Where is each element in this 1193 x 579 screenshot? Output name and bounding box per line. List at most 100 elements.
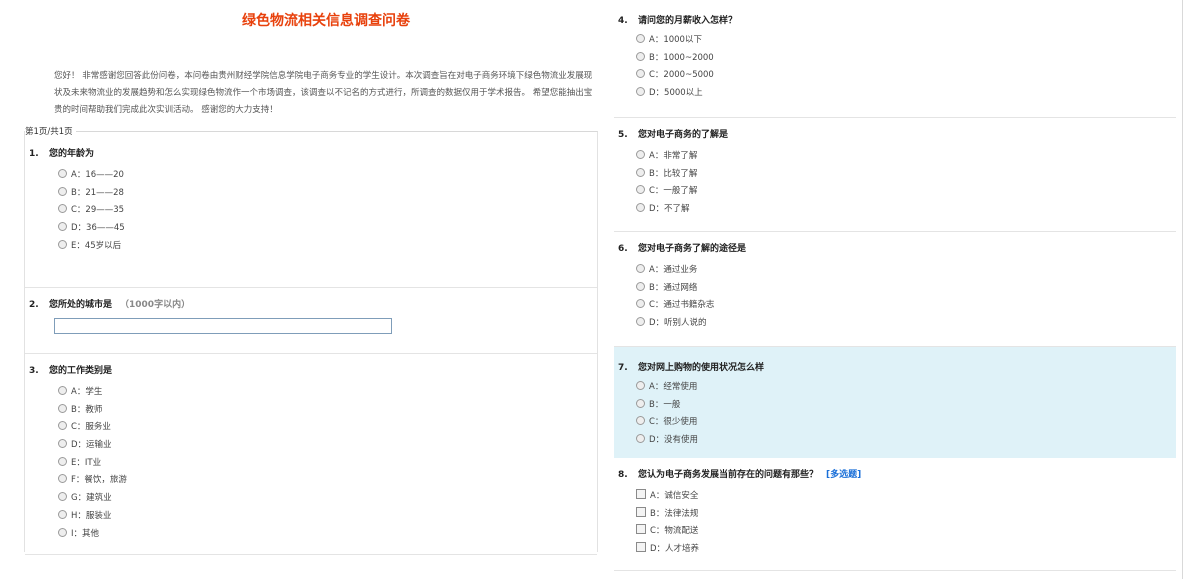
radio-button-icon[interactable] (58, 186, 67, 196)
option-label: D：运输业 (71, 440, 112, 451)
option-label: D：不了解 (649, 204, 690, 215)
checkbox-option[interactable]: B：法律法规 (636, 506, 1176, 524)
option-list: A：诚信安全 B：法律法规 C：物流配送 D：人才培养 (636, 488, 1176, 559)
option-list: A：非常了解 B：比较了解 C：一般了解 D：不了解 (636, 148, 1176, 219)
page-fieldset: 第1页/共1页 1. 您的年龄为 A：16——20 B：21——28 C：29——… (24, 125, 598, 555)
checkbox-option[interactable]: C：物流配送 (636, 523, 1176, 541)
left-column: 绿色物流相关信息调查问卷 您好！ 非常感谢您回答此份问卷，本问卷由贵州财经学院信… (24, 0, 598, 555)
radio-option[interactable]: B：一般 (636, 397, 1176, 415)
checkbox-icon[interactable] (636, 542, 646, 553)
radio-button-icon[interactable] (636, 299, 645, 309)
option-label: D：听别人说的 (649, 318, 707, 329)
radio-option[interactable]: D：5000以上 (636, 85, 1176, 103)
radio-button-icon[interactable] (636, 167, 645, 177)
radio-option[interactable]: A：非常了解 (636, 148, 1176, 166)
radio-option[interactable]: D：没有使用 (636, 432, 1176, 450)
option-label: G：建筑业 (71, 493, 112, 504)
question-number: 4. (618, 16, 628, 26)
checkbox-icon[interactable] (636, 489, 646, 499)
option-label: A：学生 (71, 387, 103, 397)
checkbox-icon[interactable] (636, 506, 646, 517)
radio-button-icon[interactable] (636, 34, 645, 43)
radio-option[interactable]: C：2000~5000 (636, 67, 1176, 85)
radio-button-icon[interactable] (636, 203, 645, 213)
radio-option[interactable]: B：教师 (58, 402, 597, 420)
radio-option[interactable]: F：餐饮，旅游 (58, 472, 597, 490)
checkbox-option[interactable]: D：人才培养 (636, 541, 1176, 559)
radio-button-icon[interactable] (58, 421, 67, 431)
radio-button-icon[interactable] (636, 150, 645, 159)
radio-button-icon[interactable] (636, 317, 645, 327)
option-list: A：学生 B：教师 C：服务业 D：运输业 E：IT业 F：餐饮，旅游 G：建筑… (58, 384, 597, 543)
radio-option[interactable]: D：36——45 (58, 220, 597, 238)
city-input[interactable] (54, 318, 392, 334)
radio-button-icon[interactable] (636, 51, 645, 61)
radio-option[interactable]: A：16——20 (58, 167, 597, 185)
radio-option[interactable]: C：29——35 (58, 202, 597, 220)
radio-option[interactable]: D：听别人说的 (636, 315, 1176, 333)
radio-option[interactable]: E：IT业 (58, 455, 597, 473)
radio-option[interactable]: I：其他 (58, 526, 597, 544)
radio-option[interactable]: C：一般了解 (636, 183, 1176, 201)
radio-button-icon[interactable] (636, 185, 645, 195)
radio-option[interactable]: H：服装业 (58, 508, 597, 526)
option-label: C：很少使用 (649, 417, 698, 428)
option-label: A：1000以下 (649, 35, 702, 45)
checkbox-option[interactable]: A：诚信安全 (636, 488, 1176, 506)
radio-button-icon[interactable] (58, 492, 67, 502)
radio-button-icon[interactable] (636, 434, 645, 444)
radio-option[interactable]: D：运输业 (58, 437, 597, 455)
question-6: 6. 您对电子商务了解的途径是 A：通过业务 B：通过网络 C：通过书籍杂志 D：… (614, 232, 1176, 347)
radio-button-icon[interactable] (58, 222, 67, 232)
radio-option[interactable]: C：很少使用 (636, 414, 1176, 432)
radio-button-icon[interactable] (58, 456, 67, 466)
radio-button-icon[interactable] (58, 509, 67, 519)
radio-option[interactable]: B：通过网络 (636, 280, 1176, 298)
radio-button-icon[interactable] (636, 69, 645, 79)
radio-button-icon[interactable] (58, 527, 67, 537)
question-3: 3. 您的工作类别是 A：学生 B：教师 C：服务业 D：运输业 E：IT业 F：… (25, 354, 597, 555)
option-label: B：一般 (649, 399, 681, 410)
radio-button-icon[interactable] (636, 264, 645, 273)
question-number: 3. (29, 366, 39, 376)
radio-button-icon[interactable] (58, 474, 67, 484)
option-label: B：21——28 (71, 187, 124, 198)
option-label: D：36——45 (71, 223, 125, 234)
radio-option[interactable]: D：不了解 (636, 201, 1176, 219)
radio-option[interactable]: A：经常使用 (636, 379, 1176, 397)
radio-option[interactable]: A：学生 (58, 384, 597, 402)
question-title: 8. 您认为电子商务发展当前存在的问题有那些？ [多选题] (618, 468, 1176, 482)
radio-button-icon[interactable] (58, 403, 67, 413)
radio-option[interactable]: A：通过业务 (636, 262, 1176, 280)
radio-button-icon[interactable] (58, 439, 67, 449)
option-label: I：其他 (71, 528, 100, 539)
right-column: 4. 请问您的月薪收入怎样？ A：1000以下 B：1000~2000 C：200… (614, 0, 1176, 571)
question-title: 7. 您对网上购物的使用状况怎么样 (618, 361, 1176, 375)
radio-option[interactable]: B：比较了解 (636, 166, 1176, 184)
radio-option[interactable]: G：建筑业 (58, 490, 597, 508)
radio-button-icon[interactable] (636, 87, 645, 97)
radio-button-icon[interactable] (58, 169, 67, 178)
option-list: A：通过业务 B：通过网络 C：通过书籍杂志 D：听别人说的 (636, 262, 1176, 333)
radio-button-icon[interactable] (58, 239, 67, 249)
radio-option[interactable]: B：1000~2000 (636, 50, 1176, 68)
option-label: C：29——35 (71, 205, 125, 216)
radio-button-icon[interactable] (58, 204, 67, 214)
radio-button-icon[interactable] (636, 416, 645, 426)
radio-option[interactable]: A：1000以下 (636, 32, 1176, 50)
question-number: 1. (29, 149, 39, 159)
radio-option[interactable]: B：21——28 (58, 185, 597, 203)
radio-button-icon[interactable] (636, 398, 645, 408)
option-label: B：法律法规 (650, 508, 699, 519)
radio-option[interactable]: E：45岁以后 (58, 238, 597, 256)
radio-option[interactable]: C：通过书籍杂志 (636, 297, 1176, 315)
question-text: 您所处的城市是 (49, 300, 113, 310)
radio-button-icon[interactable] (636, 281, 645, 291)
radio-button-icon[interactable] (636, 381, 645, 390)
checkbox-icon[interactable] (636, 524, 646, 535)
radio-button-icon[interactable] (58, 386, 67, 395)
question-text: 您的年龄为 (49, 149, 95, 159)
question-text: 您的工作类别是 (49, 366, 113, 376)
radio-option[interactable]: C：服务业 (58, 419, 597, 437)
option-label: A：通过业务 (649, 265, 698, 275)
